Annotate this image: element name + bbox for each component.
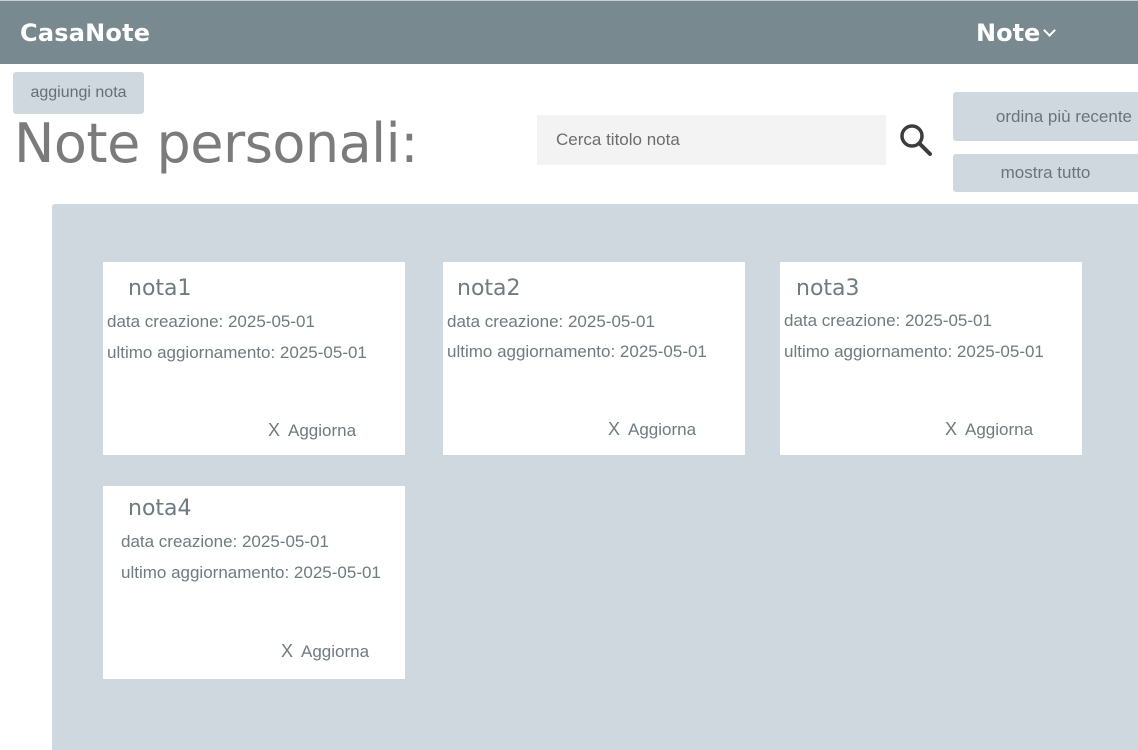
note-title: nota1 xyxy=(128,276,192,301)
note-title: nota4 xyxy=(128,496,192,521)
update-note-button[interactable]: Aggiorna xyxy=(288,421,356,441)
notes-grid: nota1 data creazione: 2025-05-01 ultimo … xyxy=(52,204,1138,750)
brand-logo[interactable]: CasaNote xyxy=(20,19,150,47)
note-actions: X Aggiorna xyxy=(608,419,696,440)
sort-newest-button[interactable]: ordina più recente xyxy=(953,92,1138,141)
note-created-date: data creazione: 2025-05-01 xyxy=(447,312,655,331)
show-all-button[interactable]: mostra tutto xyxy=(953,154,1138,192)
update-note-button[interactable]: Aggiorna xyxy=(628,420,696,440)
note-actions: X Aggiorna xyxy=(281,641,369,662)
search-button[interactable] xyxy=(896,120,936,160)
note-menu-dropdown[interactable]: Note xyxy=(976,19,1057,47)
delete-note-button[interactable]: X xyxy=(281,641,293,662)
note-title: nota2 xyxy=(457,276,521,301)
search-input[interactable] xyxy=(537,115,886,165)
page-title: Note personali: xyxy=(14,112,418,175)
delete-note-button[interactable]: X xyxy=(608,419,620,440)
note-card: nota1 data creazione: 2025-05-01 ultimo … xyxy=(103,262,405,455)
note-created-date: data creazione: 2025-05-01 xyxy=(121,532,329,551)
note-menu-label: Note xyxy=(976,19,1041,47)
note-actions: X Aggiorna xyxy=(945,419,1033,440)
note-card: nota2 data creazione: 2025-05-01 ultimo … xyxy=(443,262,745,455)
add-note-button[interactable]: aggiungi nota xyxy=(13,72,144,114)
note-created-date: data creazione: 2025-05-01 xyxy=(784,311,992,330)
delete-note-button[interactable]: X xyxy=(945,419,957,440)
note-card: nota3 data creazione: 2025-05-01 ultimo … xyxy=(780,262,1082,455)
chevron-down-icon xyxy=(1043,23,1057,37)
note-title: nota3 xyxy=(796,276,860,301)
update-note-button[interactable]: Aggiorna xyxy=(965,420,1033,440)
delete-note-button[interactable]: X xyxy=(268,420,280,441)
note-card: nota4 data creazione: 2025-05-01 ultimo … xyxy=(103,486,405,679)
note-updated-date: ultimo aggiornamento: 2025-05-01 xyxy=(121,563,381,582)
note-actions: X Aggiorna xyxy=(268,420,356,441)
update-note-button[interactable]: Aggiorna xyxy=(301,642,369,662)
note-updated-date: ultimo aggiornamento: 2025-05-01 xyxy=(107,343,367,362)
search-icon xyxy=(900,124,932,156)
note-created-date: data creazione: 2025-05-01 xyxy=(107,312,315,331)
note-updated-date: ultimo aggiornamento: 2025-05-01 xyxy=(447,342,707,361)
note-updated-date: ultimo aggiornamento: 2025-05-01 xyxy=(784,342,1044,361)
top-navbar: CasaNote Note xyxy=(0,0,1138,64)
